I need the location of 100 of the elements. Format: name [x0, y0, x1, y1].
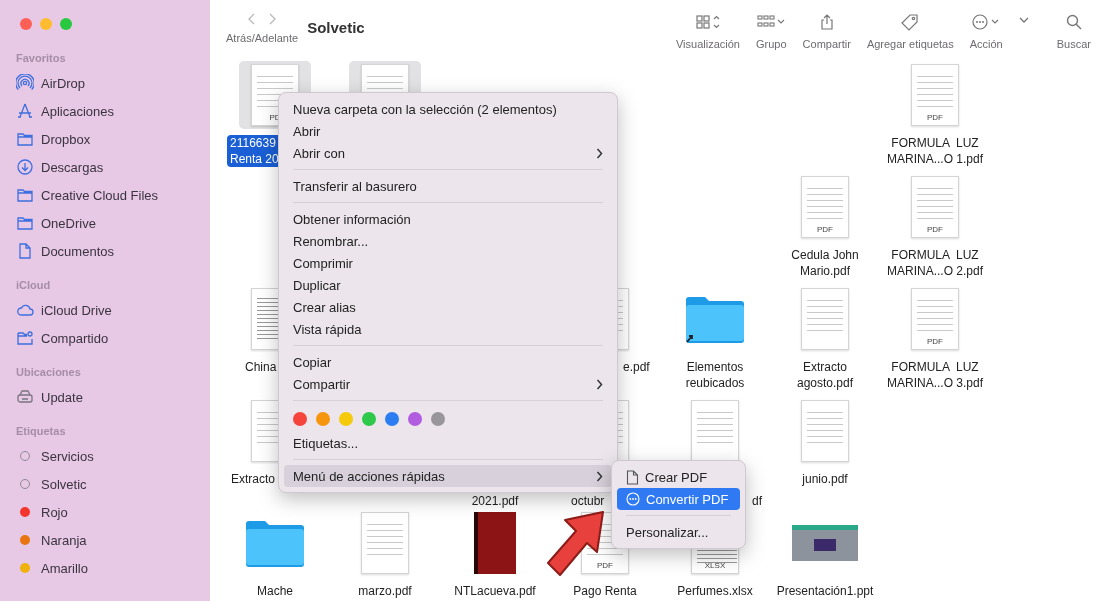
- window-title: Solvetic: [307, 19, 365, 36]
- file-type-label: PDF: [596, 561, 614, 570]
- ellipsis-circle-icon: [972, 12, 1001, 32]
- menu-item[interactable]: Abrir con: [284, 142, 612, 164]
- menu-item[interactable]: Vista rápida: [284, 318, 612, 340]
- slide-thumbnail: [792, 525, 858, 561]
- menu-item[interactable]: Comprimir: [284, 252, 612, 274]
- color-tag-button[interactable]: [362, 412, 376, 426]
- sidebar-item[interactable]: Aplicaciones: [16, 97, 114, 125]
- sidebar-item[interactable]: Servicios: [16, 442, 94, 470]
- file-type-label: PDF: [816, 225, 834, 234]
- file-name[interactable]: FORMULA LUZ MARINA...O 2.pdf: [884, 247, 986, 279]
- nav-label: Atrás/Adelante: [226, 32, 299, 44]
- file-name[interactable]: Elementos reubicados: [682, 359, 748, 391]
- folder-icon: [16, 130, 34, 148]
- menu-item[interactable]: Duplicar: [284, 274, 612, 296]
- file-name[interactable]: Perfumes.xlsx: [674, 583, 756, 599]
- sidebar-item[interactable]: Rojo: [16, 498, 68, 526]
- file-name[interactable]: NTLacueva.pdf: [451, 583, 539, 599]
- menu-item[interactable]: Menú de acciones rápidas: [284, 465, 612, 487]
- color-tag-button[interactable]: [385, 412, 399, 426]
- menu-item[interactable]: Copiar: [284, 351, 612, 373]
- book-cover-thumbnail: [474, 512, 516, 574]
- menu-item[interactable]: Crear PDF: [617, 466, 740, 488]
- document-thumbnail: [801, 400, 849, 462]
- disk-icon: [16, 388, 34, 406]
- file-name[interactable]: df: [749, 493, 765, 509]
- folder-icon: [16, 186, 34, 204]
- file-type-label: PDF: [926, 337, 944, 346]
- folder-icon: [16, 214, 34, 232]
- share-button[interactable]: Compartir: [796, 12, 857, 50]
- file-name[interactable]: Cedula John Mario.pdf: [788, 247, 862, 279]
- sidebar-section-title: Etiquetas: [16, 425, 67, 437]
- sidebar-item[interactable]: Naranja: [16, 526, 87, 554]
- action-button[interactable]: Acción: [963, 12, 1009, 50]
- folder-alias-icon: [684, 294, 746, 344]
- file-name[interactable]: octubr: [568, 493, 608, 509]
- close-button[interactable]: [20, 18, 32, 30]
- file-name[interactable]: 2021.pdf: [468, 493, 522, 509]
- sidebar-section-title: Favoritos: [16, 52, 67, 64]
- file-name[interactable]: junio.pdf: [799, 471, 851, 487]
- file-name[interactable]: Extracto agosto.pdf: [793, 359, 856, 391]
- file-name[interactable]: FORMULA LUZ MARINA...O 3.pdf: [884, 359, 986, 391]
- file-type-label: PDF: [926, 225, 944, 234]
- ellipsis-circle-icon: [626, 492, 640, 506]
- forward-button[interactable]: [267, 12, 278, 26]
- apps-icon: [16, 102, 34, 120]
- sidebar-item[interactable]: OneDrive: [16, 209, 96, 237]
- sidebar-item[interactable]: Descargas: [16, 153, 104, 181]
- document-icon: [626, 469, 639, 485]
- chevron-down-icon[interactable]: [1018, 16, 1029, 24]
- waves-icon: [16, 74, 34, 92]
- menu-item[interactable]: Nueva carpeta con la selección (2 elementos): [284, 98, 612, 120]
- document-thumbnail: [801, 288, 849, 350]
- document-icon: [16, 242, 34, 260]
- document-thumbnail: [361, 512, 409, 574]
- sidebar-item[interactable]: Compartido: [16, 324, 109, 352]
- sidebar-item[interactable]: iCloud Drive: [16, 296, 112, 324]
- menu-item[interactable]: Compartir: [284, 373, 612, 395]
- color-tag-button[interactable]: [431, 412, 445, 426]
- search-icon: [1064, 12, 1083, 32]
- menu-item[interactable]: Obtener información: [284, 208, 612, 230]
- sidebar-item[interactable]: Dropbox: [16, 125, 91, 153]
- sidebar-section-title: iCloud: [16, 279, 52, 291]
- file-name[interactable]: Extracto: [228, 471, 278, 487]
- view-button[interactable]: Visualización: [670, 12, 746, 50]
- menu-item[interactable]: Convertir PDF: [617, 488, 740, 510]
- zoom-button[interactable]: [60, 18, 72, 30]
- file-name[interactable]: marzo.pdf: [355, 583, 415, 599]
- menu-item[interactable]: Renombrar...: [284, 230, 612, 252]
- sidebar-item[interactable]: Documentos: [16, 237, 114, 265]
- sidebar-item[interactable]: Solvetic: [16, 470, 87, 498]
- color-tag-button[interactable]: [293, 412, 307, 426]
- file-name[interactable]: Pago Renta: [570, 583, 640, 599]
- minimize-button[interactable]: [40, 18, 52, 30]
- color-tag-button[interactable]: [339, 412, 353, 426]
- search-button[interactable]: Buscar: [1050, 12, 1097, 50]
- file-name[interactable]: FORMULA LUZ MARINA...O 1.pdf: [884, 135, 986, 167]
- file-type-label: PDF: [926, 113, 944, 122]
- sidebar-section-title: Ubicaciones: [16, 366, 82, 378]
- file-name[interactable]: Presentación1.ppt: [773, 583, 877, 599]
- color-tag-button[interactable]: [316, 412, 330, 426]
- menu-item[interactable]: Transferir al basurero: [284, 175, 612, 197]
- sidebar-item[interactable]: Creative Cloud Files: [16, 181, 159, 209]
- menu-item[interactable]: Personalizar...: [617, 521, 740, 543]
- color-tag-button[interactable]: [408, 412, 422, 426]
- group-button[interactable]: Grupo: [750, 12, 793, 50]
- folder-icon: [244, 518, 306, 568]
- sidebar-item[interactable]: AirDrop: [16, 69, 86, 97]
- tag-icon: [901, 12, 920, 32]
- file-name[interactable]: Mache: [254, 583, 296, 599]
- sidebar-item[interactable]: Update: [16, 383, 83, 411]
- file-name[interactable]: China: [242, 359, 280, 375]
- sidebar-item[interactable]: Amarillo: [16, 554, 88, 582]
- tag-button[interactable]: Agregar etiquetas: [860, 12, 960, 50]
- menu-item[interactable]: Etiquetas...: [284, 432, 612, 454]
- download-icon: [16, 158, 34, 176]
- menu-item[interactable]: Abrir: [284, 120, 612, 142]
- menu-item[interactable]: Crear alias: [284, 296, 612, 318]
- file-name[interactable]: e.pdf: [620, 359, 653, 375]
